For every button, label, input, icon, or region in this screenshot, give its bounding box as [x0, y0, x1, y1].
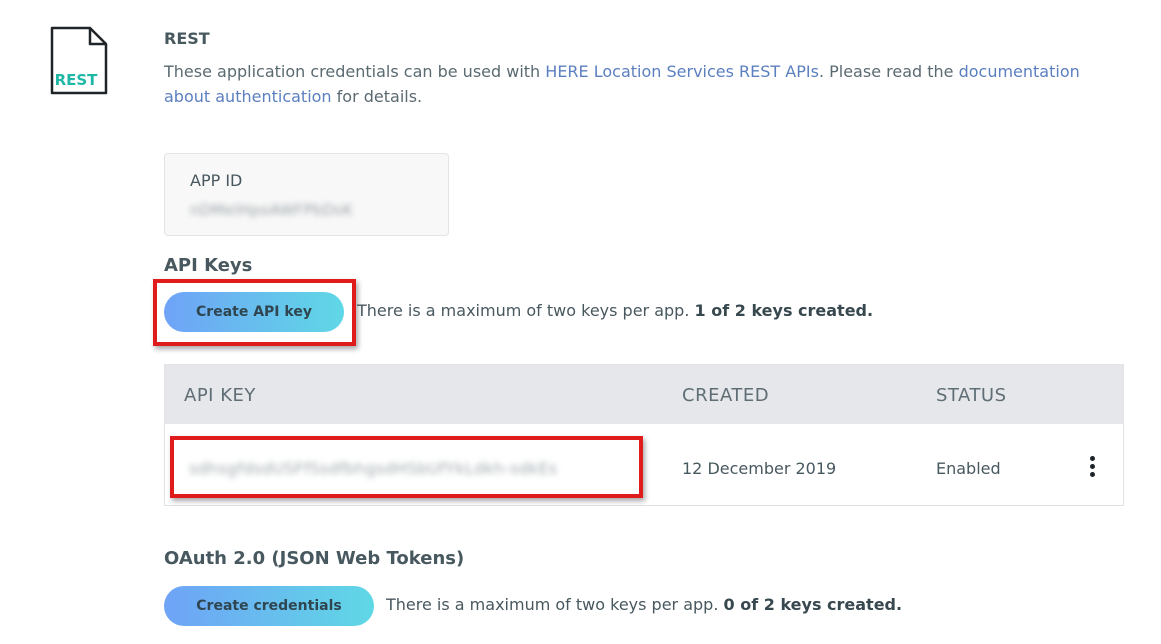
api-keys-count: 1 of 2 keys created.	[694, 301, 874, 320]
app-id-card: APP ID nDMelHpoAWFPbDsK	[164, 153, 449, 236]
api-keys-table: API KEY CREATED STATUS sdhsgfdsdUSFfSsdf…	[164, 364, 1124, 506]
api-key-value[interactable]: sdhsgfdsdUSFfSsdfbhgsdHSbUfYkLdkh-sdkEs	[189, 459, 557, 478]
more-options-icon[interactable]	[1083, 454, 1103, 482]
svg-text:REST: REST	[55, 71, 99, 89]
table-header: API KEY CREATED STATUS	[165, 365, 1123, 424]
app-id-label: APP ID	[190, 171, 243, 190]
column-header-api-key: API KEY	[184, 385, 256, 406]
status-value: Enabled	[936, 459, 1001, 478]
created-date: 12 December 2019	[682, 459, 837, 478]
intro-text: These application credentials can be use…	[164, 62, 1080, 106]
oauth-count: 0 of 2 keys created.	[723, 595, 903, 614]
oauth-hint: There is a maximum of two keys per app. …	[386, 595, 903, 614]
rest-file-icon: REST	[50, 26, 108, 96]
table-row: sdhsgfdsdUSFfSsdfbhgsdHSbUfYkLdkh-sdkEs …	[165, 424, 1123, 506]
section-title: REST	[164, 29, 210, 48]
oauth-heading: OAuth 2.0 (JSON Web Tokens)	[164, 548, 465, 569]
api-keys-hint: There is a maximum of two keys per app. …	[357, 301, 874, 320]
create-api-key-button[interactable]: Create API key	[164, 292, 344, 332]
api-keys-heading: API Keys	[164, 255, 253, 276]
rest-apis-link[interactable]: HERE Location Services REST APIs	[545, 62, 819, 81]
column-header-status: STATUS	[936, 385, 1007, 406]
app-id-value[interactable]: nDMelHpoAWFPbDsK	[190, 201, 353, 219]
create-credentials-button[interactable]: Create credentials	[164, 586, 374, 626]
column-header-created: CREATED	[682, 385, 770, 406]
